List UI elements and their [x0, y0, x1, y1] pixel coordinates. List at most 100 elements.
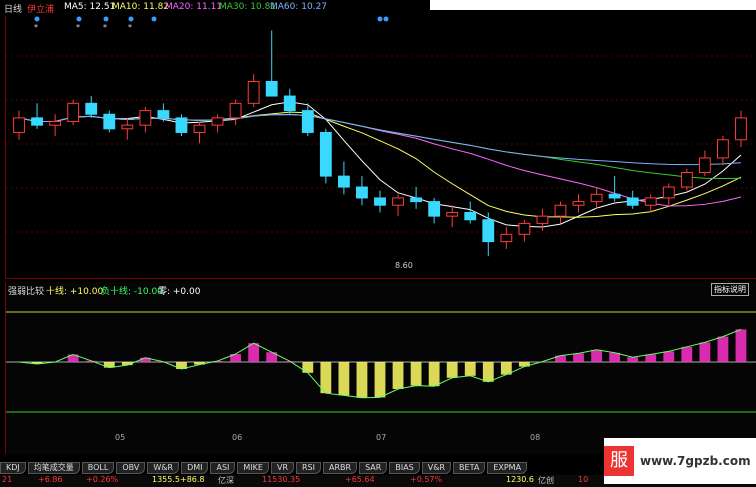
candle-body: [644, 197, 657, 206]
indicator-tab[interactable]: BIAS: [389, 462, 420, 474]
indicator-tab[interactable]: VR: [270, 462, 294, 474]
candle-body: [103, 113, 116, 130]
indicator-tab[interactable]: OBV: [116, 462, 146, 474]
indicator-tab[interactable]: KDJ: [0, 462, 26, 474]
status-sz-index: 11530.35: [262, 475, 301, 484]
site-url: www.7gpzb.com: [640, 454, 751, 468]
indicator-help-button[interactable]: 指标说明: [711, 283, 749, 296]
candle-body: [572, 201, 585, 206]
candle-body: [698, 157, 711, 173]
candle-body: [662, 186, 675, 199]
oscillator-bar: [573, 353, 584, 362]
indicator-tab[interactable]: V&R: [421, 462, 452, 474]
price-chart-panel[interactable]: 8.60: [5, 16, 756, 279]
oscillator-bar: [591, 349, 602, 362]
oscillator-panel[interactable]: 强弱比较 十线: +10.00 负十线: -10.00 零: +0.00: [5, 282, 756, 454]
candle-body: [193, 124, 206, 133]
oscillator-bar: [302, 362, 314, 373]
status-cy-vol: 1230.6: [506, 475, 534, 484]
indicator-tab[interactable]: EXPMA: [487, 462, 528, 474]
x-tick: 06: [232, 433, 243, 442]
candle-body: [608, 193, 621, 199]
indicator-tab[interactable]: W&R: [147, 462, 180, 474]
oscillator-bar: [392, 362, 404, 389]
oscillator-bar: [735, 329, 747, 362]
candle-body: [157, 110, 170, 119]
oscillator-bar: [717, 336, 729, 362]
candle-body: [392, 197, 404, 206]
candle-body: [590, 193, 603, 203]
oscillator-bar: [627, 357, 639, 362]
candle-body: [717, 139, 729, 159]
oscillator-bar: [428, 362, 440, 387]
oscillator-bar: [338, 362, 350, 396]
status-tail: 10: [578, 475, 589, 484]
oscillator-chart: [6, 311, 756, 413]
indicator-tabs: KDJ 均笔成交量 BOLL OBV W&R DMI ASI MIKE VR RSI ARBR SAR…: [0, 462, 600, 474]
candle-body: [428, 201, 441, 217]
status-index: 21: [2, 475, 13, 484]
candlestick-chart: [6, 30, 756, 257]
neg-line-label: 负十线: -10.00: [101, 287, 163, 297]
oscillator-bar: [410, 362, 422, 386]
status-change: +6.86: [38, 475, 63, 484]
status-pct: +0.26%: [86, 475, 119, 484]
candle-body: [536, 215, 549, 224]
indicator-tab[interactable]: BOLL: [81, 462, 115, 474]
candle-body: [49, 121, 62, 126]
candle-body: [518, 222, 531, 235]
candle-body: [121, 124, 134, 130]
candle-body: [337, 175, 350, 188]
oscillator-bar: [446, 362, 458, 378]
indicator-tab[interactable]: SAR: [359, 462, 388, 474]
candle-body: [247, 81, 260, 104]
candle-body: [319, 131, 332, 177]
candle-body: [229, 102, 242, 119]
indicator-tab[interactable]: DMI: [181, 462, 209, 474]
status-cy-market: 亿创: [538, 476, 554, 485]
candle-body: [211, 117, 224, 126]
oscillator-bar: [681, 346, 693, 362]
candle-body: [374, 197, 386, 206]
candle-body: [301, 110, 314, 133]
candle-body: [175, 117, 188, 133]
indicator-tab[interactable]: RSI: [296, 462, 321, 474]
candles-group: [13, 30, 747, 257]
candle-body: [13, 117, 25, 133]
candle-body: [410, 197, 423, 203]
candle-body: [482, 219, 495, 243]
indicator-tab[interactable]: ASI: [210, 462, 236, 474]
candle-body: [735, 117, 747, 141]
candle-body: [626, 197, 639, 206]
candle-body: [680, 171, 693, 188]
candle-body: [283, 95, 296, 112]
oscillator-bar: [645, 354, 657, 362]
site-logo: 服: [604, 446, 634, 476]
indicator-tab[interactable]: BETA: [453, 462, 486, 474]
candle-body: [446, 212, 459, 217]
indicator-tab[interactable]: MIKE: [237, 462, 269, 474]
oscillator-bar: [482, 362, 494, 382]
status-market: 亿深: [218, 476, 234, 485]
x-tick: 05: [115, 433, 126, 442]
oscillator-bars: [31, 329, 747, 398]
x-tick: 08: [530, 433, 541, 442]
zero-line-label: 零: +0.00: [158, 287, 201, 297]
x-tick: 07: [376, 433, 387, 442]
candle-body: [464, 212, 477, 221]
blank-area: [430, 0, 756, 10]
oscillator-bar: [356, 362, 368, 398]
status-volume: 1355.5+86.8: [152, 475, 205, 484]
indicator-tab[interactable]: 均笔成交量: [27, 462, 80, 474]
candle-body: [31, 117, 43, 126]
low-price-label: 8.60: [395, 261, 413, 270]
site-watermark: 服 www.7gpzb.com: [604, 438, 756, 484]
candle-body: [85, 102, 98, 115]
status-sz-change: +65.64: [345, 475, 375, 484]
indicator-tab[interactable]: ARBR: [323, 462, 358, 474]
candle-body: [500, 233, 513, 243]
oscillator-bar: [464, 362, 476, 376]
candle-body: [139, 110, 152, 126]
candle-body: [356, 186, 368, 199]
pos-line-label: 十线: +10.00: [46, 287, 104, 297]
